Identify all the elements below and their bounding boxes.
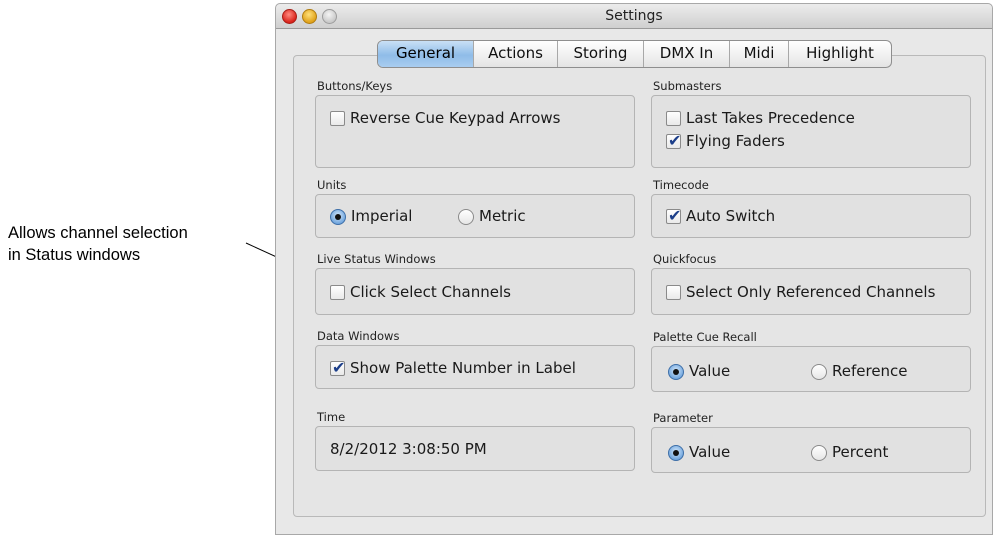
- tab-midi[interactable]: Midi: [729, 41, 788, 67]
- live-status-windows-label: Live Status Windows: [317, 252, 436, 266]
- click-select-channels-label: Click Select Channels: [350, 283, 511, 301]
- submasters-group: Last Takes Precedence Flying Faders: [651, 95, 971, 168]
- reverse-cue-label: Reverse Cue Keypad Arrows: [350, 109, 561, 127]
- last-takes-precedence-checkbox[interactable]: [666, 111, 681, 126]
- auto-switch-checkbox[interactable]: [666, 206, 681, 225]
- show-palette-number-label: Show Palette Number in Label: [350, 359, 576, 377]
- palette-cue-recall-group: Value Reference: [651, 346, 971, 392]
- window-title: Settings: [605, 8, 663, 24]
- flying-faders-checkbox[interactable]: [666, 131, 681, 150]
- time-group: 8/2/2012 3:08:50 PM: [315, 426, 635, 471]
- units-group: Imperial Metric: [315, 194, 635, 238]
- title-bar[interactable]: Settings: [276, 4, 992, 29]
- tab-general[interactable]: General: [378, 41, 473, 67]
- annotation-line-2: in Status windows: [8, 246, 141, 264]
- time-value: 8/2/2012 3:08:50 PM: [330, 440, 487, 458]
- imperial-radio[interactable]: [330, 209, 346, 225]
- buttons-keys-label: Buttons/Keys: [317, 79, 393, 93]
- quickfocus-label: Quickfocus: [653, 252, 717, 266]
- annotation-line-1: Allows channel selection: [8, 224, 188, 242]
- palette-reference-label: Reference: [832, 362, 908, 380]
- imperial-label: Imperial: [351, 207, 413, 225]
- select-only-referenced-label: Select Only Referenced Channels: [686, 283, 936, 301]
- select-only-referenced-checkbox[interactable]: [666, 285, 681, 300]
- submasters-label: Submasters: [653, 79, 722, 93]
- parameter-percent-label: Percent: [832, 443, 889, 461]
- data-windows-label: Data Windows: [317, 329, 400, 343]
- palette-value-radio[interactable]: [668, 364, 684, 380]
- parameter-value-radio[interactable]: [668, 445, 684, 461]
- tab-bar: General Actions Storing DMX In Midi High…: [377, 40, 892, 68]
- click-select-channels-checkbox[interactable]: [330, 285, 345, 300]
- flying-faders-label: Flying Faders: [686, 132, 785, 150]
- settings-window: Settings General Actions Storing DMX In …: [275, 3, 993, 535]
- metric-label: Metric: [479, 207, 526, 225]
- parameter-label: Parameter: [653, 411, 713, 425]
- tab-dmx-in[interactable]: DMX In: [643, 41, 729, 67]
- parameter-value-label: Value: [689, 443, 731, 461]
- reverse-cue-checkbox[interactable]: [330, 111, 345, 126]
- time-label: Time: [317, 410, 346, 424]
- palette-value-label: Value: [689, 362, 731, 380]
- palette-cue-recall-label: Palette Cue Recall: [653, 330, 757, 344]
- palette-reference-radio[interactable]: [811, 364, 827, 380]
- buttons-keys-group: Reverse Cue Keypad Arrows: [315, 95, 635, 168]
- annotation-text: Allows channel selection in Status windo…: [8, 222, 188, 266]
- timecode-label: Timecode: [653, 178, 709, 192]
- tab-highlight[interactable]: Highlight: [788, 41, 891, 67]
- last-takes-precedence-label: Last Takes Precedence: [686, 109, 855, 127]
- show-palette-number-checkbox[interactable]: [330, 358, 345, 377]
- auto-switch-label: Auto Switch: [686, 207, 776, 225]
- metric-radio[interactable]: [458, 209, 474, 225]
- tab-actions[interactable]: Actions: [473, 41, 557, 67]
- data-windows-group: Show Palette Number in Label: [315, 345, 635, 389]
- live-status-windows-group: Click Select Channels: [315, 268, 635, 315]
- quickfocus-group: Select Only Referenced Channels: [651, 268, 971, 315]
- tab-storing[interactable]: Storing: [557, 41, 643, 67]
- timecode-group: Auto Switch: [651, 194, 971, 238]
- units-label: Units: [317, 178, 347, 192]
- parameter-group: Value Percent: [651, 427, 971, 473]
- parameter-percent-radio[interactable]: [811, 445, 827, 461]
